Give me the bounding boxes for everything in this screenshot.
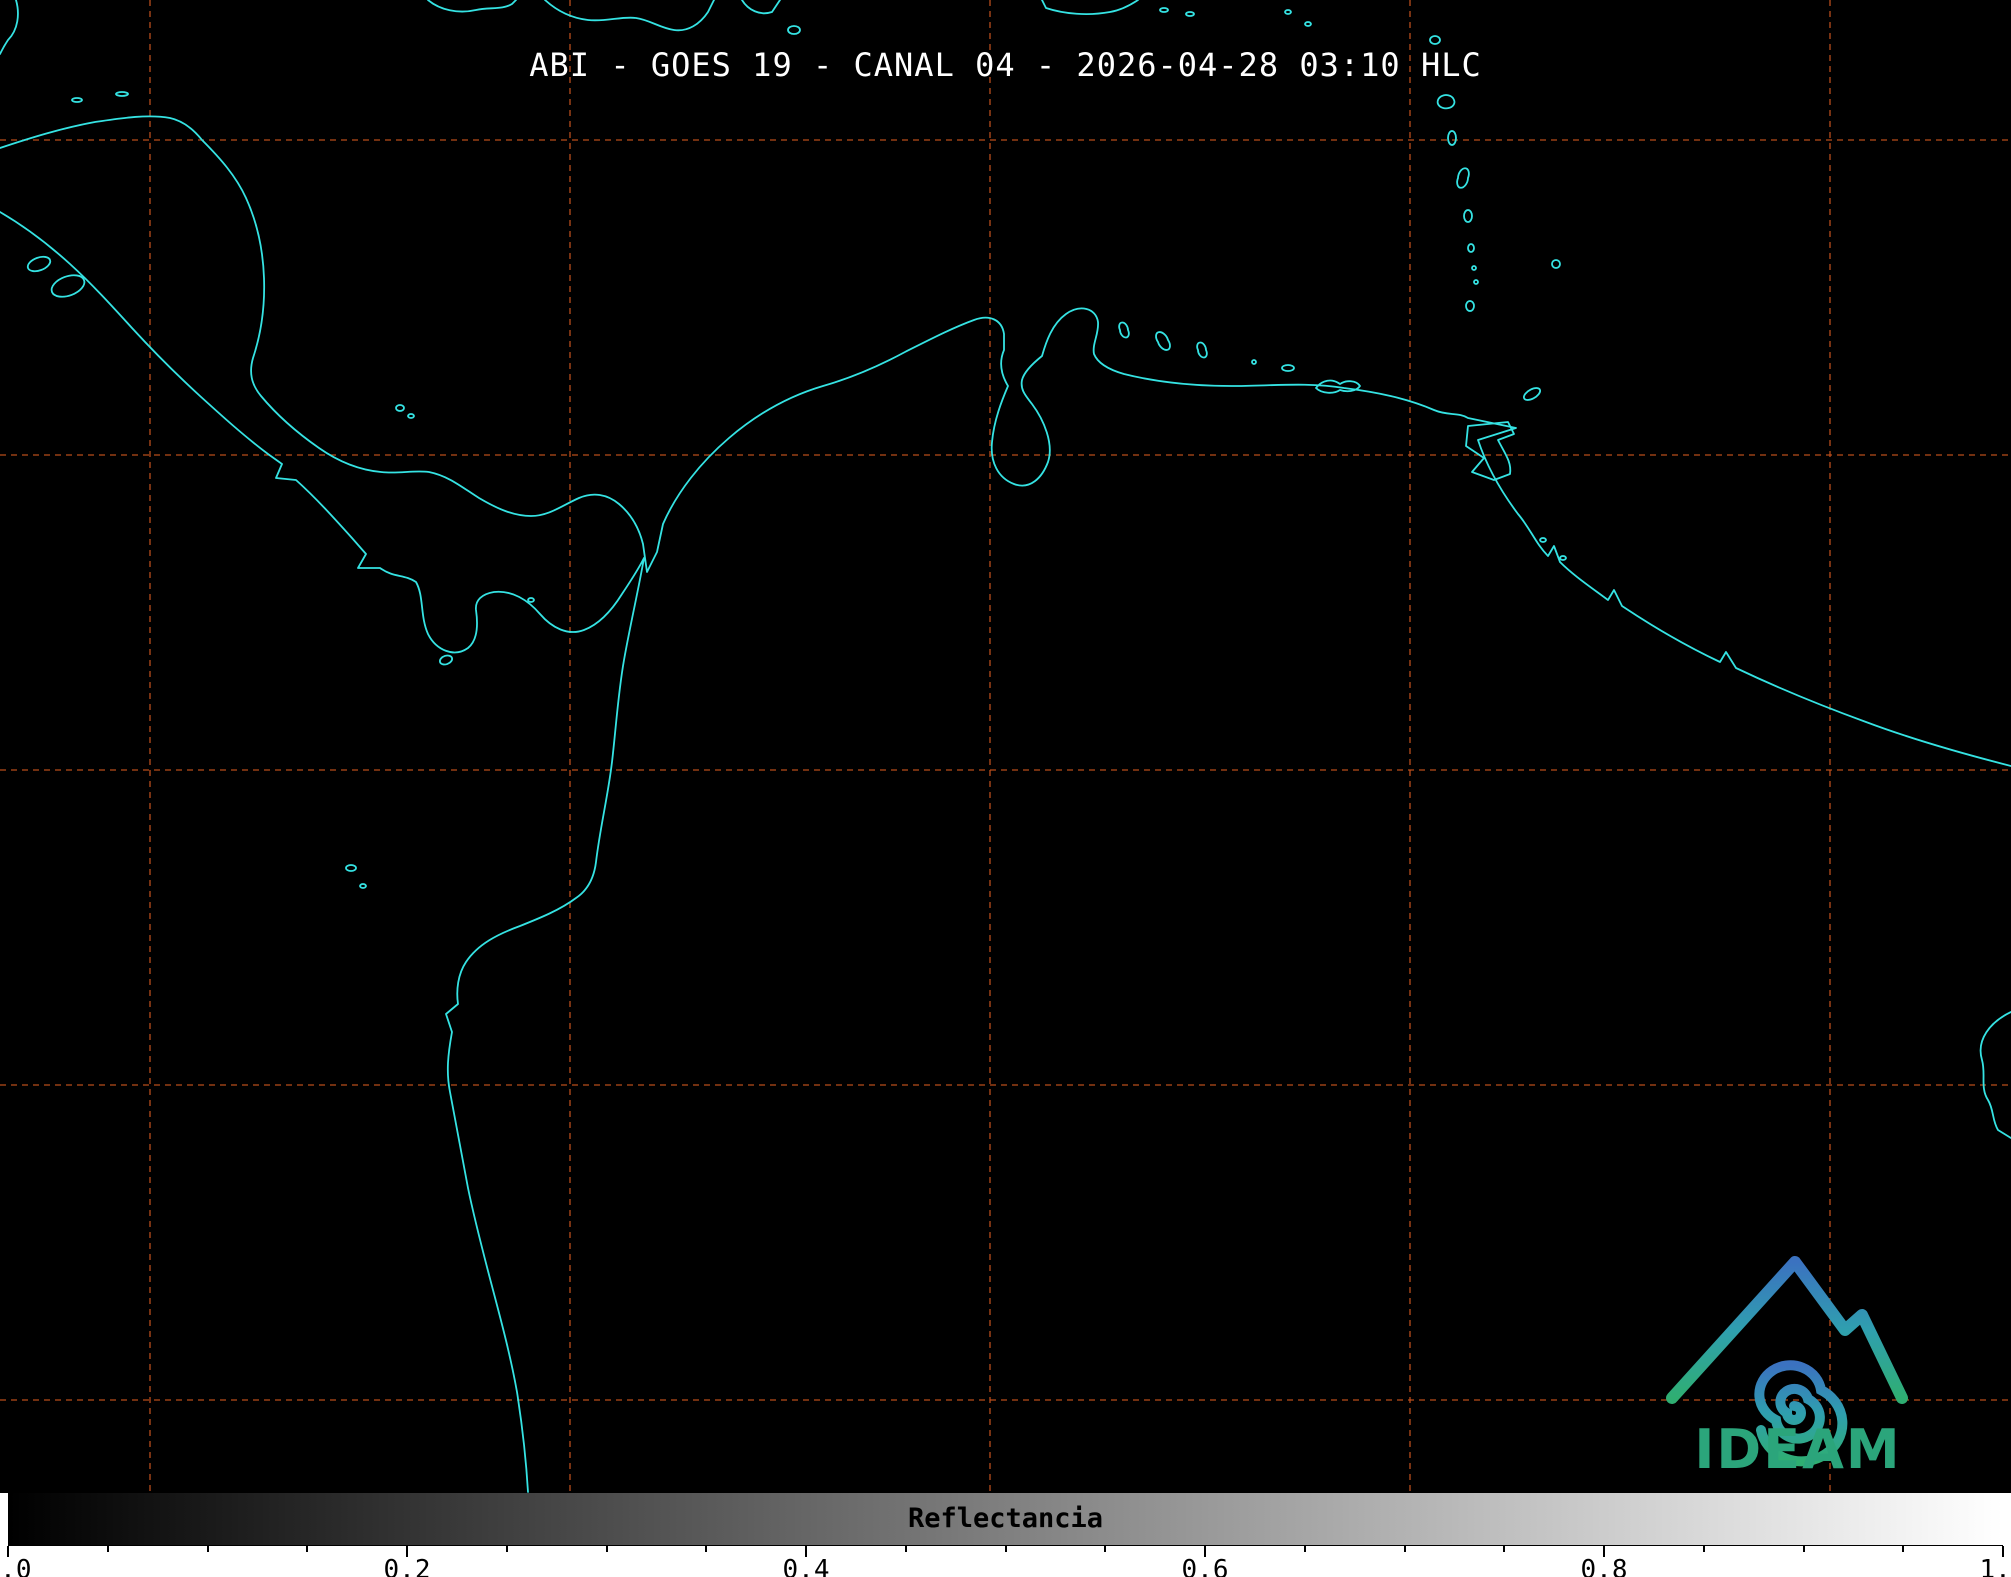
coastline-path [26,255,52,273]
colorbar-tick-mark [1104,1546,1107,1552]
colorbar-tick-mark [1503,1546,1506,1552]
coastline-path [1539,537,1547,543]
coastline-path [1041,0,1139,15]
coastline-path [527,597,535,603]
coastline-path [1251,359,1257,365]
coastline-path [1979,1011,2011,1139]
coastline-path [741,0,781,15]
logo-mountain-icon [1666,1256,1908,1404]
coastline-path [1196,341,1208,359]
colorbar-tick-mark [505,1546,508,1552]
coastline-path [1463,209,1473,223]
colorbar-tick-mark [1802,1546,1805,1552]
coastline-path [1471,265,1477,271]
coastline-path [1281,364,1295,372]
coastline-path [1473,279,1479,285]
coastline-path [407,413,415,419]
coastline-path [1559,555,1567,561]
colorbar-tick-label: 1.0 [1979,1555,2011,1577]
colorbar-tick-mark [1004,1546,1007,1552]
coastline-path [1155,331,1171,351]
coastline-path [1159,7,1169,13]
colorbar-gradient: Reflectancia [8,1493,2003,1546]
ideam-logo: IDEAM [1666,1256,1908,1481]
coastline-path [787,25,801,35]
logo-text: IDEAM [1694,1418,1901,1481]
colorbar-tick-label: 0.2 [383,1555,431,1577]
coastline-path [427,0,517,13]
colorbar-tick-mark [605,1546,608,1552]
coastline-path [359,883,367,889]
coastline-path [1551,259,1561,269]
coastline-path [1118,321,1130,339]
coastline-path [0,115,2011,767]
coastline-path [1284,9,1292,15]
coastline-path [115,91,129,97]
coastline-path [1304,21,1312,27]
colorbar-tick-mark [306,1546,309,1552]
coastline-path [1185,11,1195,17]
coastline-path [0,211,645,1493]
coastline-path [1465,300,1475,312]
coastline-path [345,864,357,872]
coastline-path [395,404,405,412]
coastline-path [1429,35,1441,45]
colorbar-tick-mark [904,1546,907,1552]
colorbar-tick-mark [1403,1546,1406,1552]
colorbar-tick-mark [705,1546,708,1552]
colorbar: Reflectancia 0.0 0.2 0.4 0.6 0.8 1.0 [0,1493,2011,1577]
coastline-path [1436,94,1456,110]
colorbar-tick-label: 0.8 [1580,1555,1628,1577]
coastline-path [71,97,83,103]
coastline-path [1456,167,1470,189]
coastline-path [439,654,453,666]
coastline-path [1523,387,1541,401]
colorbar-tick-label: 0.6 [1181,1555,1229,1577]
colorbar-label: Reflectancia [907,1503,1104,1534]
colorbar-tick-mark [1303,1546,1306,1552]
coastline-path [1467,243,1475,253]
coastline-path [1447,130,1457,146]
coastline-path [50,274,86,298]
colorbar-tick-label: 0.0 [0,1555,32,1577]
colorbar-tick-mark [206,1546,209,1552]
colorbar-tick-mark [106,1546,109,1552]
colorbar-tick-mark [1902,1546,1905,1552]
colorbar-tick-mark [1702,1546,1705,1552]
image-title: ABI - GOES 19 - CANAL 04 - 2026-04-28 03… [529,46,1482,84]
colorbar-tick-label: 0.4 [782,1555,830,1577]
